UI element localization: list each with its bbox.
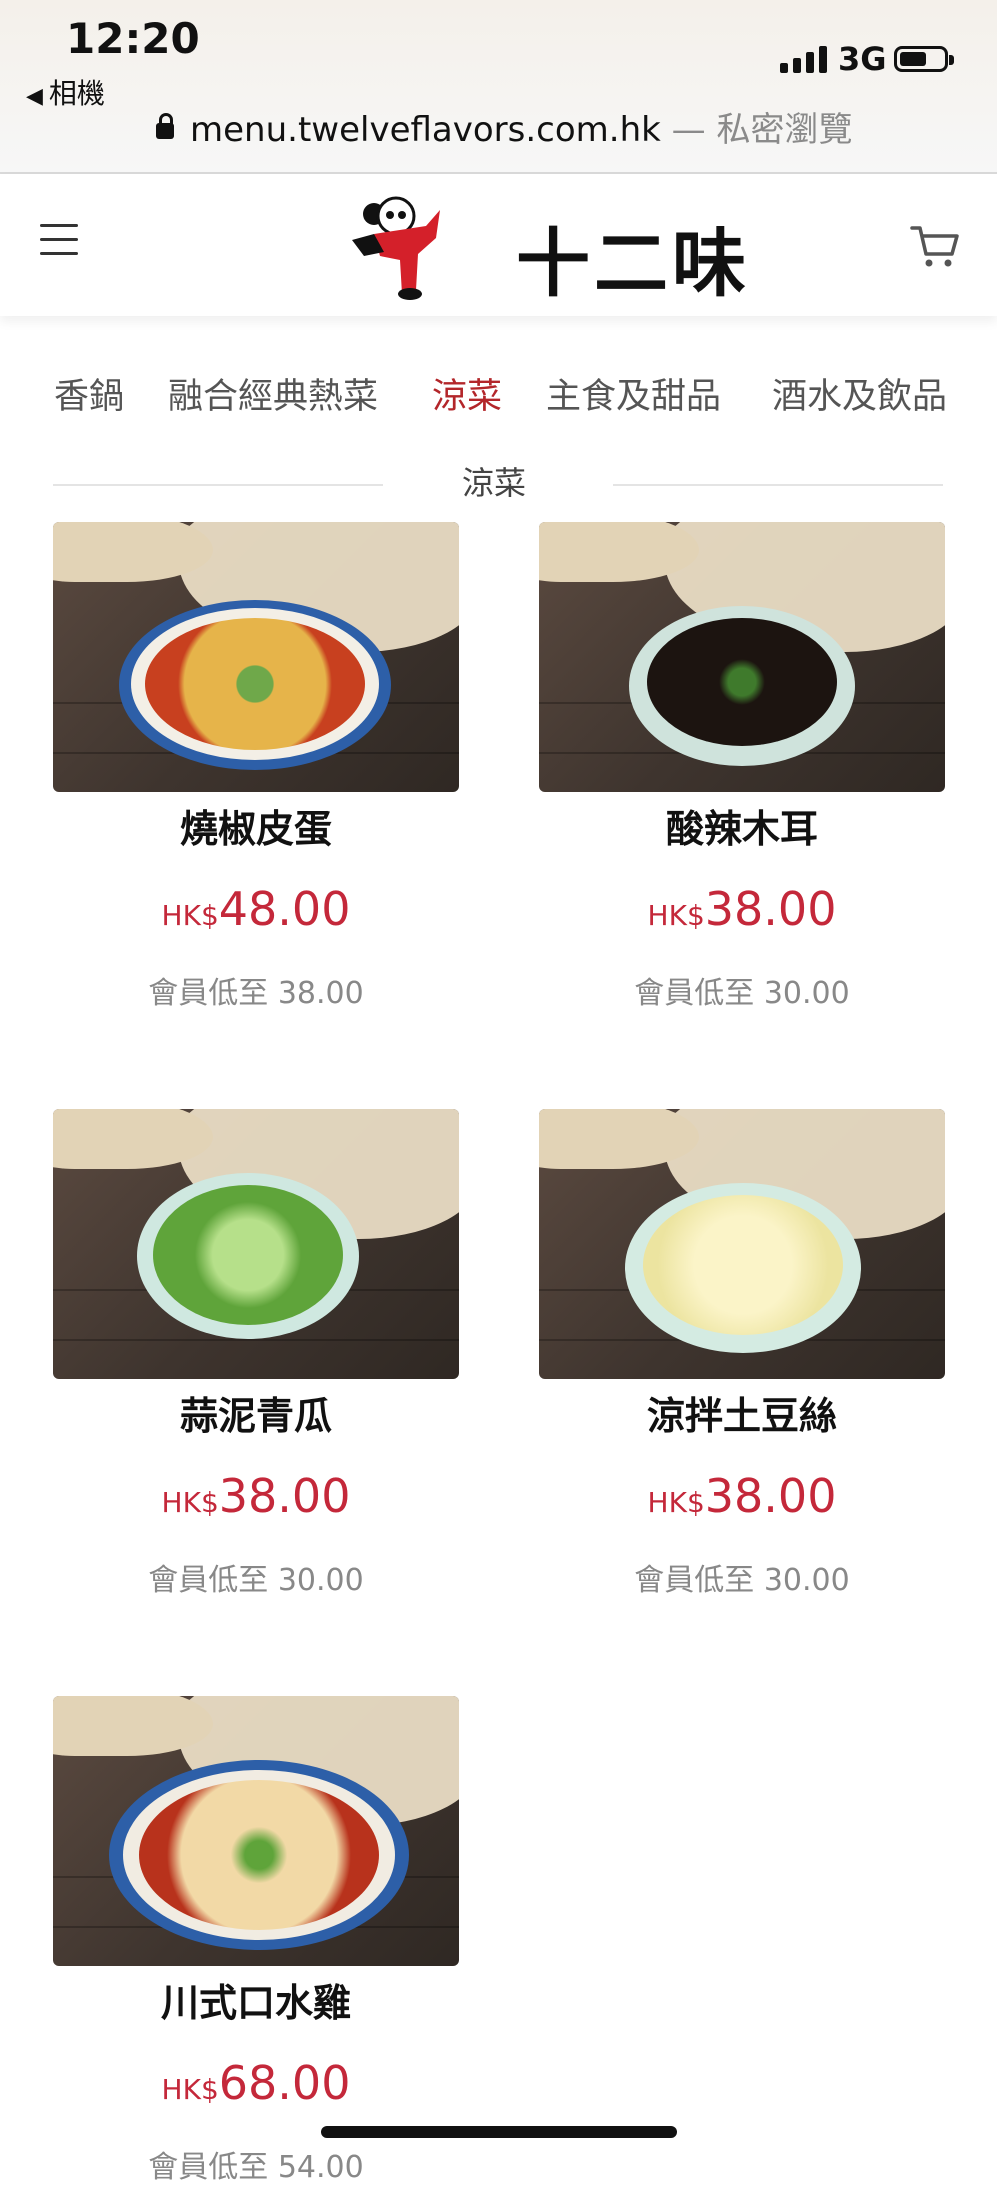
signal-icon	[780, 46, 827, 73]
product-name: 蒜泥青瓜	[179, 1394, 332, 1438]
product-card[interactable]: 川式口水雞 HK$68.00 會員低至 54.00	[53, 1696, 459, 2186]
cart-icon[interactable]	[910, 224, 960, 270]
product-name: 酸辣木耳	[665, 807, 818, 851]
tab-mains-desserts[interactable]: 主食及甜品	[546, 368, 721, 419]
status-bar: 12:20 ◀ 相機 3G menu.twelveflavors.com.hk —…	[0, 0, 997, 174]
product-price: HK$68.00	[161, 2056, 351, 2110]
product-card[interactable]: 酸辣木耳 HK$38.00 會員低至 30.00	[539, 522, 945, 1012]
member-price: 會員低至 30.00	[634, 1563, 850, 1598]
product-card[interactable]: 燒椒皮蛋 HK$48.00 會員低至 38.00	[53, 522, 459, 1012]
product-photo[interactable]	[53, 522, 459, 792]
member-price: 會員低至 30.00	[148, 1563, 364, 1598]
category-tabs: 香鍋 融合經典熱菜 涼菜 主食及甜品 酒水及飲品	[0, 368, 997, 418]
product-price: HK$38.00	[647, 882, 837, 936]
brand-logo[interactable]: 十二味	[344, 190, 764, 307]
logo-text: 十二味	[516, 221, 750, 307]
member-price: 會員低至 54.00	[148, 2150, 364, 2185]
member-price: 會員低至 30.00	[634, 976, 850, 1011]
divider-left	[53, 484, 383, 486]
panda-mascot-icon	[352, 196, 440, 300]
address-bar[interactable]: menu.twelveflavors.com.hk — 私密瀏覽	[156, 102, 852, 151]
product-card[interactable]: 涼拌土豆絲 HK$38.00 會員低至 30.00	[539, 1109, 945, 1599]
section-title: 涼菜	[462, 464, 527, 502]
divider-right	[613, 484, 943, 486]
back-label: 相機	[48, 77, 105, 110]
status-time: 12:20	[66, 14, 200, 63]
site-header: 十二味	[0, 174, 997, 316]
url-text: menu.twelveflavors.com.hk	[190, 110, 661, 150]
product-name: 川式口水雞	[160, 1981, 351, 2025]
product-price: HK$38.00	[161, 1469, 351, 1523]
hamburger-icon[interactable]	[40, 224, 78, 258]
network-type: 3G	[838, 40, 887, 78]
product-photo[interactable]	[53, 1696, 459, 1966]
back-to-camera-link[interactable]: ◀ 相機	[26, 72, 105, 112]
product-photo[interactable]	[53, 1109, 459, 1379]
product-name: 燒椒皮蛋	[179, 807, 332, 851]
product-price: HK$38.00	[647, 1469, 837, 1523]
tab-drinks[interactable]: 酒水及飲品	[772, 368, 947, 419]
member-price: 會員低至 38.00	[148, 976, 364, 1011]
back-arrow-icon: ◀	[26, 84, 43, 109]
product-photo[interactable]	[539, 1109, 945, 1379]
tab-fusion-classics[interactable]: 融合經典熱菜	[168, 368, 378, 419]
product-name: 涼拌土豆絲	[646, 1394, 837, 1438]
lock-icon	[156, 113, 174, 139]
tab-hotpot[interactable]: 香鍋	[54, 368, 124, 419]
product-photo[interactable]	[539, 522, 945, 792]
tab-cold-dishes[interactable]: 涼菜	[432, 368, 502, 419]
home-indicator[interactable]	[321, 2126, 677, 2138]
product-price: HK$48.00	[161, 882, 351, 936]
private-browsing-label: — 私密瀏覽	[671, 110, 853, 150]
product-card[interactable]: 蒜泥青瓜 HK$38.00 會員低至 30.00	[53, 1109, 459, 1599]
battery-icon	[894, 46, 954, 72]
